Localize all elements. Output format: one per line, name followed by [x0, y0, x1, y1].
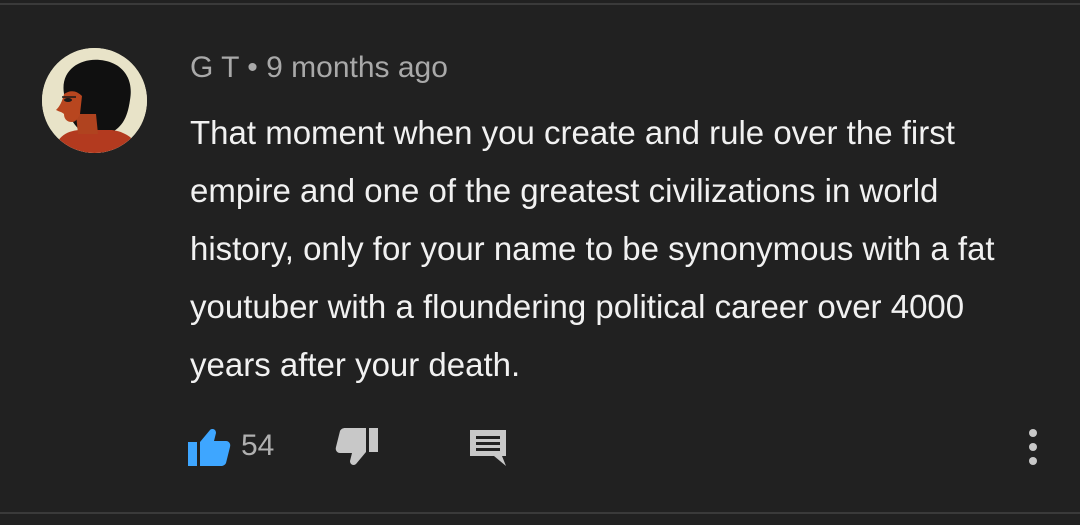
comment-screen: G T • 9 months ago That moment when you … [0, 0, 1080, 525]
comment-actions: 54 [0, 420, 1080, 472]
more-options-button[interactable] [1016, 424, 1050, 470]
avatar[interactable] [42, 48, 147, 153]
egyptian-portrait-icon [42, 48, 147, 153]
thumbs-down-icon [335, 428, 378, 465]
comment-timestamp: 9 months ago [266, 51, 448, 84]
dislike-button[interactable] [334, 426, 380, 468]
like-count: 54 [241, 429, 275, 462]
comment-body: That moment when you create and rule ove… [190, 114, 995, 383]
bottom-divider [0, 512, 1080, 514]
thumbs-up-icon [188, 429, 231, 466]
meta-separator: • [247, 51, 258, 84]
top-divider [0, 3, 1080, 5]
more-vertical-icon [1029, 429, 1037, 465]
author-name[interactable]: G T [190, 51, 239, 84]
like-button[interactable] [186, 426, 232, 468]
reply-button[interactable] [466, 426, 510, 468]
comment-reply-icon [470, 430, 506, 466]
comment-meta: G T • 9 months ago [190, 50, 448, 86]
